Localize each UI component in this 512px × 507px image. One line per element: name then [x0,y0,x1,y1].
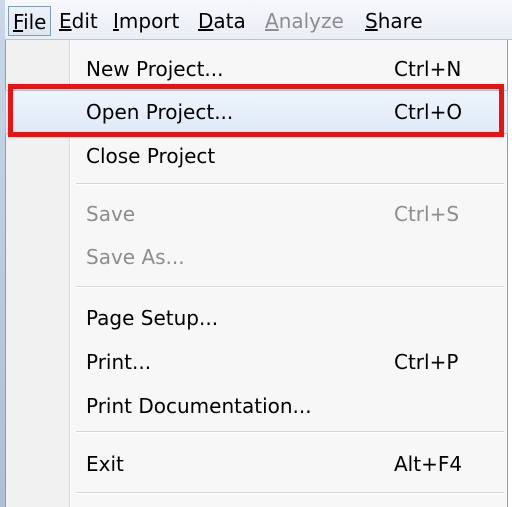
menu-item-shortcut: Alt+F4 [394,452,463,476]
menu-separator [76,183,504,185]
menu-item-label: Print Documentation... [86,394,312,418]
menu-item-label: Close Project [86,144,216,168]
menu-item-shortcut: Ctrl+P [394,350,459,374]
menu-analyze[interactable]: Analyze [261,6,348,36]
menu-item-exit[interactable]: Exit Alt+F4 [6,443,507,485]
menu-file-label-rest: ile [23,10,47,34]
menu-separator [76,431,504,433]
menu-file[interactable]: File [8,6,52,36]
menu-separator [76,492,504,494]
menu-import[interactable]: Import [109,6,183,36]
menu-file-mnemonic: F [13,10,24,34]
menu-data-label-rest: ata [213,9,246,33]
menu-separator [76,286,504,288]
menu-share[interactable]: Share [361,6,427,36]
menu-item-label: Page Setup... [86,306,219,330]
menu-item-print[interactable]: Print... Ctrl+P [6,341,507,383]
menu-edit-mnemonic: E [59,9,72,33]
menu-analyze-mnemonic: A [265,9,279,33]
menu-bar: File Edit Import Data Analyze Share [5,0,512,40]
menu-item-label: Exit [86,452,124,476]
menu-data[interactable]: Data [194,6,250,36]
menu-item-shortcut: Ctrl+S [394,202,460,226]
menu-item-label: Save [86,202,136,226]
menu-item-save[interactable]: Save Ctrl+S [6,193,507,235]
menu-data-mnemonic: D [198,9,214,33]
menu-edit[interactable]: Edit [55,6,102,36]
menu-item-print-documentation[interactable]: Print Documentation... [6,385,507,427]
menu-item-close-project[interactable]: Close Project [6,135,507,177]
menu-item-label: Print... [86,350,152,374]
menu-item-label: Save As... [86,245,185,269]
menu-analyze-label-rest: nalyze [278,9,344,33]
menu-edit-label-rest: dit [71,9,98,33]
menu-share-mnemonic: S [365,9,378,33]
menu-share-label-rest: hare [377,9,423,33]
menu-item-save-as[interactable]: Save As... [6,236,507,278]
menu-item-page-setup[interactable]: Page Setup... [6,297,507,339]
highlight-annotation-box [8,84,504,137]
menu-import-label-rest: mport [118,9,180,33]
